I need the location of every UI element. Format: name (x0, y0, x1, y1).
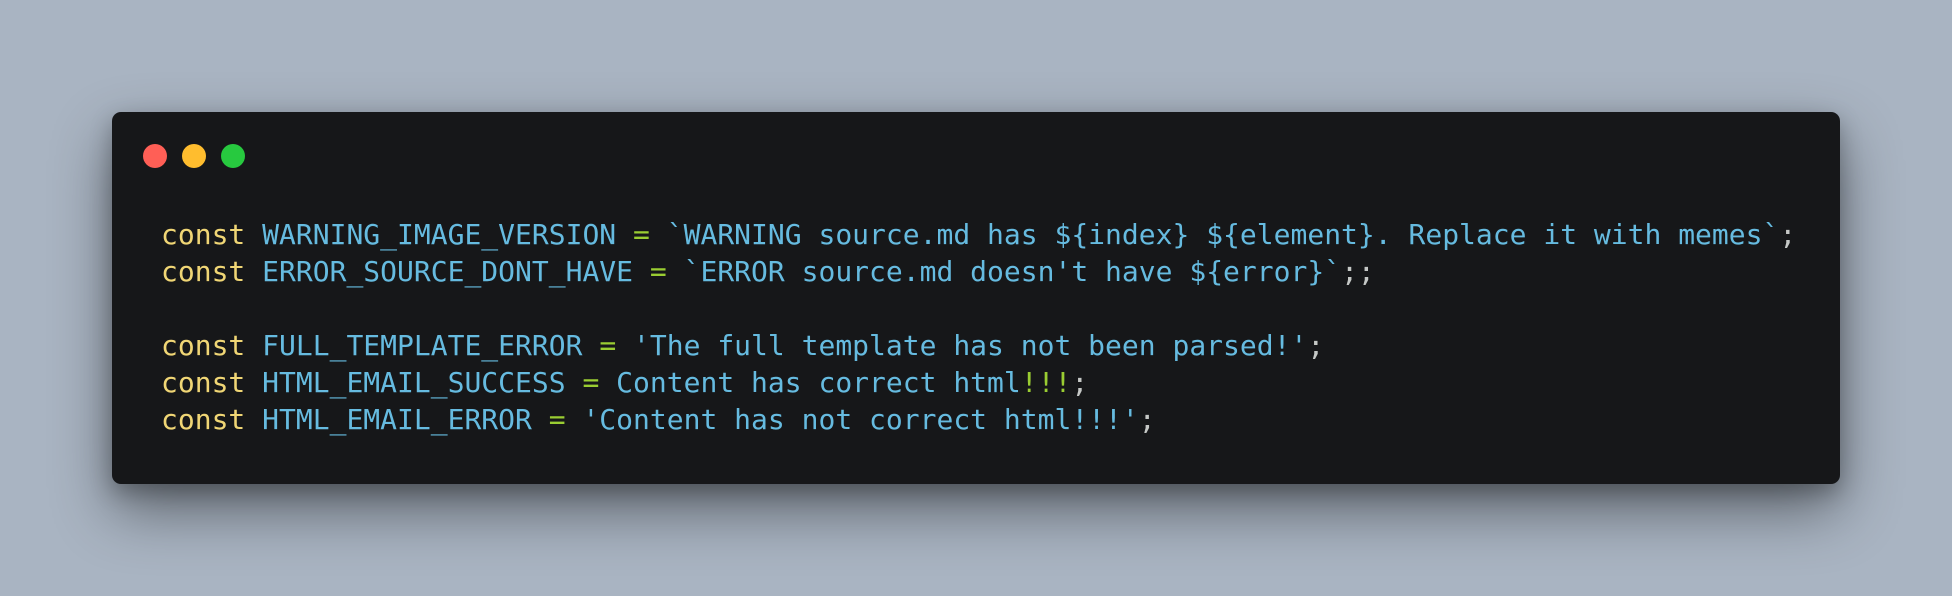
template-string: `ERROR source.md doesn't have ${error}` (683, 255, 1342, 288)
semicolon: ; (1307, 329, 1325, 362)
close-button[interactable] (143, 144, 167, 168)
semicolon: ;; (1341, 255, 1375, 288)
code-line: const FULL_TEMPLATE_ERROR = 'The full te… (161, 327, 1796, 364)
constant-name: WARNING_IMAGE_VERSION (262, 218, 617, 251)
constant-name: HTML_EMAIL_SUCCESS (262, 366, 566, 399)
constant-name: HTML_EMAIL_ERROR (262, 403, 532, 436)
template-string: `WARNING source.md has ${index} ${elemen… (666, 218, 1780, 251)
keyword: const (161, 218, 246, 251)
constant-name: ERROR_SOURCE_DONT_HAVE (262, 255, 634, 288)
assign-operator: = (649, 255, 667, 288)
keyword: const (161, 255, 246, 288)
code-line: const WARNING_IMAGE_VERSION = `WARNING s… (161, 216, 1796, 253)
bang-operator: !!! (1020, 366, 1072, 399)
semicolon: ; (1138, 403, 1156, 436)
bare-expression: Content has correct html (616, 366, 1021, 399)
code-line: const HTML_EMAIL_SUCCESS = Content has c… (161, 364, 1796, 401)
maximize-button[interactable] (221, 144, 245, 168)
string-literal: 'The full template has not been parsed!' (633, 329, 1308, 362)
keyword: const (161, 366, 246, 399)
semicolon: ; (1071, 366, 1089, 399)
keyword: const (161, 329, 246, 362)
assign-operator: = (599, 329, 617, 362)
string-literal: 'Content has not correct html!!!' (582, 403, 1139, 436)
code-line: const HTML_EMAIL_ERROR = 'Content has no… (161, 401, 1796, 438)
assign-operator: = (582, 366, 600, 399)
assign-operator: = (548, 403, 566, 436)
keyword: const (161, 403, 246, 436)
minimize-button[interactable] (182, 144, 206, 168)
code-window: const WARNING_IMAGE_VERSION = `WARNING s… (112, 112, 1840, 484)
constant-name: FULL_TEMPLATE_ERROR (262, 329, 583, 362)
assign-operator: = (633, 218, 650, 251)
code-block: const WARNING_IMAGE_VERSION = `WARNING s… (161, 216, 1796, 438)
code-line: const ERROR_SOURCE_DONT_HAVE = `ERROR so… (161, 253, 1796, 290)
semicolon: ; (1779, 218, 1797, 251)
